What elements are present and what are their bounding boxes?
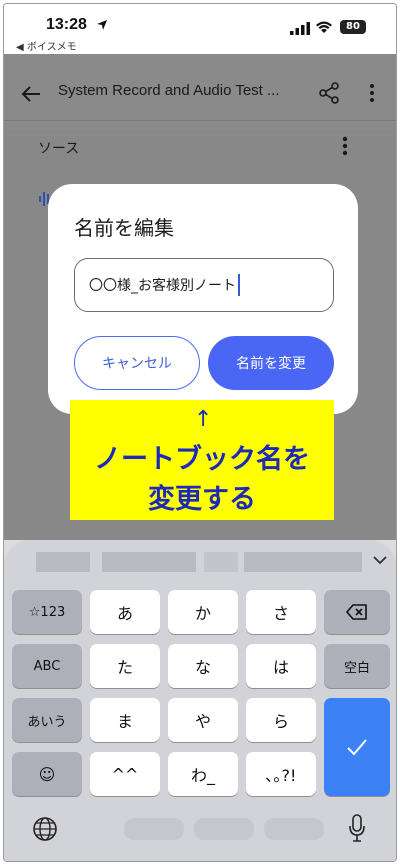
key-caret-face[interactable]: ^^: [90, 752, 160, 796]
sources-label: ソース: [38, 141, 80, 157]
cellular-signal-icon: [290, 22, 310, 35]
key-a[interactable]: あ: [90, 590, 160, 634]
rename-button[interactable]: 名前を変更: [208, 336, 334, 390]
header-divider: [4, 120, 396, 121]
check-icon: [347, 739, 367, 756]
text-caret: [238, 274, 240, 296]
back-arrow-icon[interactable]: [20, 84, 42, 104]
more-vert-icon[interactable]: [369, 82, 375, 104]
suggestion-placeholder: [204, 552, 238, 572]
notebook-name-value: 〇〇様_お客様別ノート: [89, 278, 236, 294]
microphone-icon[interactable]: [348, 814, 366, 842]
key-abc[interactable]: ABC: [12, 644, 82, 688]
key-backspace[interactable]: [324, 590, 390, 634]
back-to-app-link[interactable]: ◀ ボイスメモ: [16, 38, 77, 53]
status-time: 13:28: [46, 16, 87, 33]
battery-indicator: 80: [340, 20, 366, 34]
key-ra[interactable]: ら: [246, 698, 316, 742]
suggestion-bar: [4, 540, 396, 584]
chevron-down-icon[interactable]: [372, 554, 388, 566]
key-punctuation[interactable]: ､｡?!: [246, 752, 316, 796]
dialog-title: 名前を編集: [74, 216, 174, 240]
key-wa[interactable]: わ_: [168, 752, 238, 796]
key-na[interactable]: な: [168, 644, 238, 688]
key-ma[interactable]: ま: [90, 698, 160, 742]
wifi-icon: [316, 21, 332, 33]
rename-dialog: 名前を編集 〇〇様_お客様別ノート キャンセル 名前を変更: [48, 184, 358, 414]
notebook-title: System Record and Audio Test ...: [58, 82, 280, 99]
key-ta[interactable]: た: [90, 644, 160, 688]
key-space[interactable]: 空白: [324, 644, 390, 688]
key-ka[interactable]: か: [168, 590, 238, 634]
share-icon[interactable]: [318, 82, 340, 104]
phone-screen: 13:28 ◀ ボイスメモ 80 System Record and Audio…: [3, 3, 397, 862]
suggestion-placeholder: [244, 552, 362, 572]
notebook-name-input[interactable]: 〇〇様_お客様別ノート: [74, 258, 334, 312]
key-ha[interactable]: は: [246, 644, 316, 688]
key-enter[interactable]: [324, 698, 390, 796]
suggestion-placeholder: [36, 552, 90, 572]
keyboard: ☆123 あ か さ ABC た な は 空白 あいう ま や ら ☺ ^^ わ…: [4, 540, 396, 861]
sources-more-icon[interactable]: [342, 136, 348, 156]
bottom-blur: [194, 818, 254, 840]
cancel-button[interactable]: キャンセル: [74, 336, 200, 390]
status-bar: 13:28 ◀ ボイスメモ 80: [4, 4, 396, 54]
bottom-blur: [124, 818, 184, 840]
key-ya[interactable]: や: [168, 698, 238, 742]
app-header: System Record and Audio Test ...: [4, 54, 396, 130]
globe-icon[interactable]: [32, 816, 58, 842]
key-aiu[interactable]: あいう: [12, 698, 82, 742]
key-number-symbols[interactable]: ☆123: [12, 590, 82, 634]
bottom-blur: [264, 818, 324, 840]
annotation-arrow: ↑: [194, 407, 213, 432]
annotation-text: ノートブック名を 変更する: [94, 444, 310, 515]
backspace-icon: [346, 604, 367, 620]
key-sa[interactable]: さ: [246, 590, 316, 634]
suggestion-placeholder: [102, 552, 196, 572]
key-emoji[interactable]: ☺: [12, 752, 82, 796]
location-arrow-icon: [97, 20, 107, 30]
